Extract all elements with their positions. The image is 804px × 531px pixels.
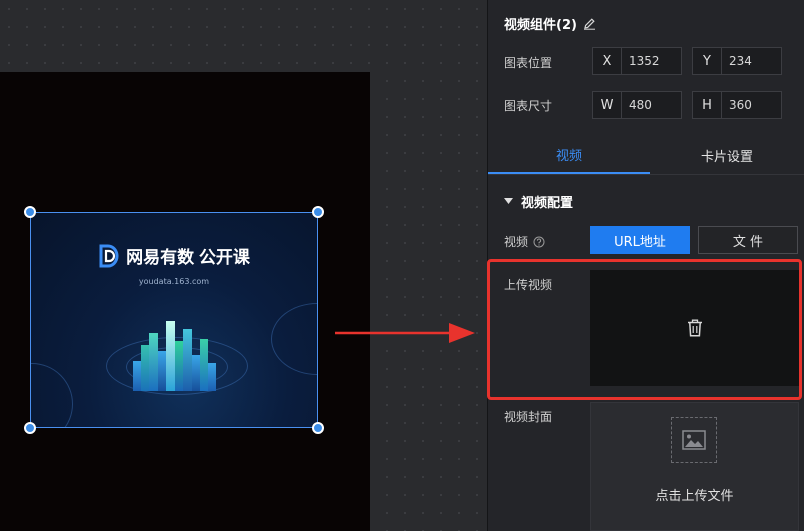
resize-handle-top-right[interactable]	[312, 206, 324, 218]
video-component[interactable]: 网易有数 公开课 youdata.163.com	[30, 212, 318, 428]
w-value[interactable]: 480	[622, 98, 652, 112]
section-title: 视频配置	[521, 196, 574, 211]
bg-ring-left	[31, 363, 73, 427]
cover-upload-text[interactable]: 点击上传文件	[591, 485, 798, 504]
x-key: X	[593, 48, 622, 74]
url-source-button[interactable]: URL地址	[590, 226, 690, 254]
width-input[interactable]: W 480	[592, 91, 682, 119]
section-video-config[interactable]: 视频配置	[504, 192, 573, 211]
y-value[interactable]: 234	[722, 54, 752, 68]
height-input[interactable]: H 360	[692, 91, 782, 119]
brand-url: youdata.163.com	[138, 277, 210, 286]
video-source-label: 视频	[504, 235, 529, 249]
bg-ring-right	[271, 303, 317, 375]
resize-handle-bottom-left[interactable]	[24, 422, 36, 434]
image-icon	[682, 430, 706, 450]
edit-icon[interactable]	[583, 17, 596, 30]
tab-card-settings[interactable]: 卡片设置	[650, 136, 804, 174]
upload-video-label: 上传视频	[504, 278, 553, 292]
component-name: 视频组件(2)	[504, 18, 577, 33]
file-source-button[interactable]: 文 件	[698, 226, 798, 254]
caret-down-icon	[504, 198, 513, 204]
trash-icon[interactable]	[687, 319, 703, 337]
building-graphic	[131, 307, 221, 391]
h-value[interactable]: 360	[722, 98, 752, 112]
panel-tabs: 视频 卡片设置	[488, 136, 804, 175]
brand-name: 网易有数 公开课	[126, 248, 250, 267]
brand-logo: 网易有数 公开课	[31, 243, 317, 268]
cover-upload-area[interactable]: 点击上传文件	[590, 402, 799, 531]
y-key: Y	[693, 48, 722, 74]
editor-canvas[interactable]: 网易有数 公开课 youdata.163.com	[0, 0, 487, 531]
help-icon[interactable]	[533, 236, 545, 248]
position-label: 图表位置	[504, 56, 553, 70]
w-key: W	[593, 92, 622, 118]
y-input[interactable]: Y 234	[692, 47, 782, 75]
x-value[interactable]: 1352	[622, 54, 660, 68]
upload-video-area[interactable]	[590, 270, 799, 386]
properties-panel: 视频组件(2) 图表位置 X 1352 Y 234 图表尺寸 W 480 H 3…	[487, 0, 804, 531]
video-source-row: 视频	[504, 233, 545, 250]
panel-title: 视频组件(2)	[504, 14, 596, 33]
brand-mark-icon	[99, 244, 119, 267]
h-key: H	[693, 92, 722, 118]
cover-placeholder[interactable]	[671, 417, 717, 463]
cover-label: 视频封面	[504, 410, 553, 424]
resize-handle-bottom-right[interactable]	[312, 422, 324, 434]
resize-handle-top-left[interactable]	[24, 206, 36, 218]
tab-video[interactable]: 视频	[488, 136, 650, 174]
size-label: 图表尺寸	[504, 99, 553, 113]
x-input[interactable]: X 1352	[592, 47, 682, 75]
arrow-icon	[335, 323, 475, 343]
